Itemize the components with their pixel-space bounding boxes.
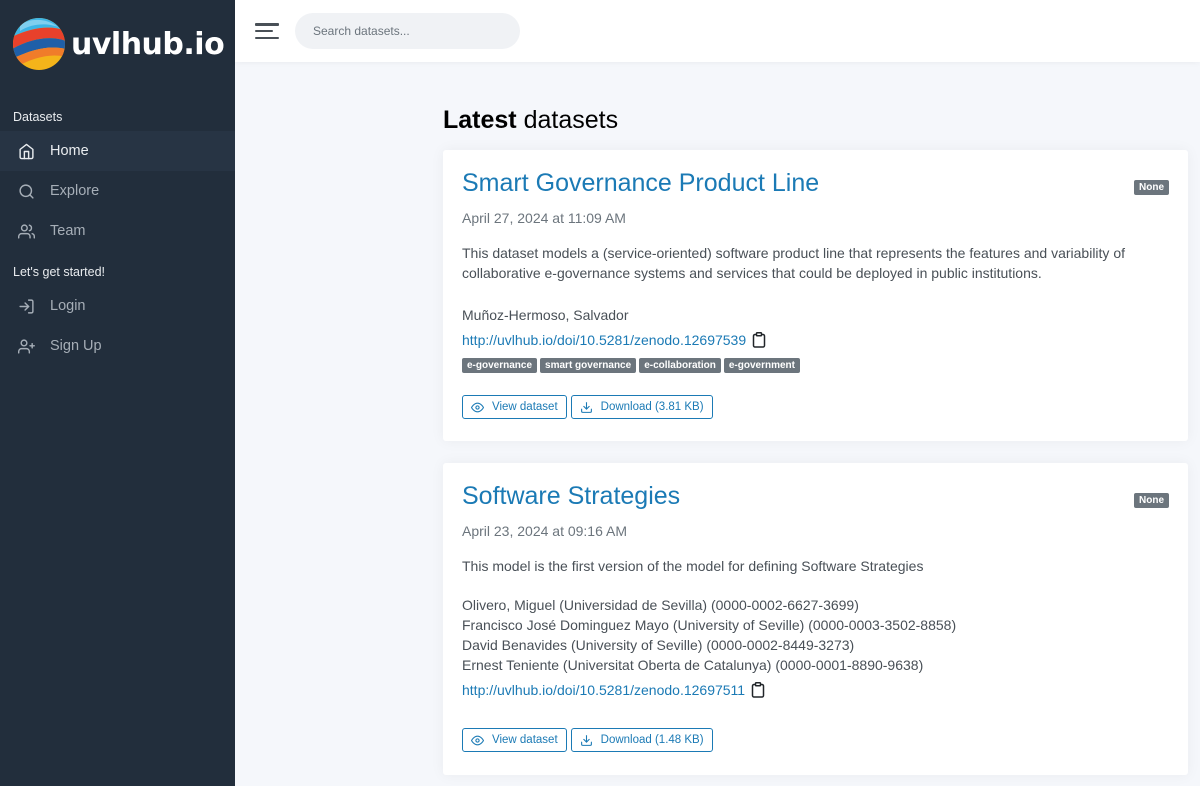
clipboard-icon[interactable] bbox=[751, 682, 765, 698]
view-dataset-label: View dataset bbox=[492, 734, 558, 746]
dataset-date: April 27, 2024 at 11:09 AM bbox=[462, 210, 626, 226]
author: Francisco José Dominguez Mayo (Universit… bbox=[462, 617, 957, 633]
view-dataset-button[interactable]: View dataset bbox=[462, 728, 567, 752]
sidebar-item-team[interactable]: Team bbox=[0, 211, 235, 251]
author: David Benavides (University of Seville) … bbox=[462, 637, 855, 653]
view-dataset-button[interactable]: View dataset bbox=[462, 395, 567, 419]
users-icon bbox=[18, 223, 35, 239]
status-badge: None bbox=[1134, 180, 1169, 195]
sidebar-item-label: Explore bbox=[50, 183, 100, 199]
eye-icon bbox=[471, 402, 484, 412]
page-title: Latest datasets bbox=[443, 106, 619, 134]
doi-row: http://uvlhub.io/doi/10.5281/zenodo.1269… bbox=[462, 682, 1169, 698]
download-icon bbox=[580, 734, 592, 746]
sidebar-item-login[interactable]: Login bbox=[0, 286, 235, 326]
author: Muñoz-Hermoso, Salvador bbox=[462, 307, 629, 323]
tag-list: e-governance smart governance e-collabor… bbox=[462, 358, 1169, 373]
eye-icon bbox=[471, 735, 484, 745]
dataset-card: Software Strategies None April 23, 2024 … bbox=[443, 463, 1188, 775]
uvlhub-logo bbox=[13, 18, 65, 70]
author: Olivero, Miguel (Universidad de Sevilla)… bbox=[462, 597, 859, 613]
dataset-date: April 23, 2024 at 09:16 AM bbox=[462, 523, 627, 539]
download-label: Download (1.48 KB) bbox=[600, 734, 704, 746]
tag: e-governance bbox=[462, 358, 538, 373]
doi-link[interactable]: http://uvlhub.io/doi/10.5281/zenodo.1269… bbox=[462, 332, 746, 348]
sidebar-item-label: Team bbox=[50, 223, 86, 239]
dataset-description: This model is the first version of the m… bbox=[462, 558, 924, 574]
dataset-description: This dataset models a (service-oriented)… bbox=[462, 245, 1125, 281]
sidebar-item-explore[interactable]: Explore bbox=[0, 171, 235, 211]
download-icon bbox=[580, 401, 592, 413]
sidebar-item-home[interactable]: Home bbox=[0, 131, 235, 171]
sidebar-item-label: Sign Up bbox=[50, 338, 102, 354]
tag: e-government bbox=[723, 358, 800, 373]
dataset-card: Smart Governance Product Line None April… bbox=[443, 150, 1188, 441]
log-in-icon bbox=[19, 298, 34, 314]
sidebar: uvlhub.io Datasets Home Explore Team Let… bbox=[0, 0, 235, 786]
brand-name: uvlhub.io bbox=[71, 26, 225, 62]
download-label: Download (3.81 KB) bbox=[600, 401, 704, 413]
author: Ernest Teniente (Universitat Oberta de C… bbox=[462, 657, 924, 673]
doi-row: http://uvlhub.io/doi/10.5281/zenodo.1269… bbox=[462, 332, 1169, 348]
doi-link[interactable]: http://uvlhub.io/doi/10.5281/zenodo.1269… bbox=[462, 682, 745, 698]
dataset-authors: Muñoz-Hermoso, Salvador bbox=[462, 305, 1169, 325]
dataset-authors: Olivero, Miguel (Universidad de Sevilla)… bbox=[462, 595, 1169, 675]
sidebar-item-label: Login bbox=[50, 298, 86, 314]
sidebar-item-signup[interactable]: Sign Up bbox=[0, 326, 235, 366]
topbar bbox=[235, 0, 1200, 62]
status-badge: None bbox=[1134, 493, 1169, 508]
view-dataset-label: View dataset bbox=[492, 401, 558, 413]
search-icon bbox=[19, 183, 34, 199]
sidebar-section-datasets: Datasets bbox=[13, 110, 63, 124]
dataset-title-link[interactable]: Smart Governance Product Line bbox=[462, 168, 1169, 198]
card-actions: View dataset Download (1.48 KB) bbox=[462, 728, 1169, 752]
search-input[interactable] bbox=[295, 13, 520, 49]
tag: e-collaboration bbox=[639, 358, 721, 373]
menu-toggle-icon[interactable] bbox=[255, 21, 279, 41]
brand[interactable]: uvlhub.io bbox=[0, 0, 235, 88]
home-icon bbox=[19, 143, 34, 159]
sidebar-section-get-started: Let's get started! bbox=[13, 265, 106, 279]
tag: smart governance bbox=[540, 358, 637, 373]
sidebar-item-label: Home bbox=[50, 143, 89, 159]
user-plus-icon bbox=[18, 338, 35, 354]
download-button[interactable]: Download (1.48 KB) bbox=[570, 728, 713, 752]
card-actions: View dataset Download (3.81 KB) bbox=[462, 395, 1169, 419]
download-button[interactable]: Download (3.81 KB) bbox=[570, 395, 713, 419]
dataset-title-link[interactable]: Software Strategies bbox=[462, 481, 1169, 511]
clipboard-icon[interactable] bbox=[752, 332, 766, 348]
